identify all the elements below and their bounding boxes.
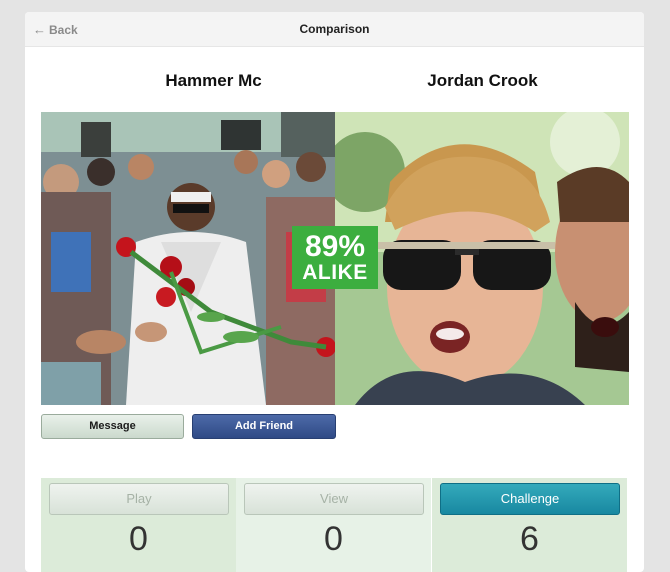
similarity-percent: 89% [304, 229, 366, 263]
play-column: Play 0 [41, 478, 236, 572]
left-person-photo[interactable] [41, 112, 335, 405]
similarity-badge: 89% ALIKE [292, 226, 378, 289]
stats-panel: Play 0 View 0 Challenge 6 [41, 478, 627, 572]
view-column: View 0 [236, 478, 431, 572]
view-count: 0 [324, 520, 343, 558]
play-button[interactable]: Play [49, 483, 229, 515]
top-bar: ← Back Comparison [25, 12, 644, 47]
left-person-name: Hammer Mc [165, 71, 262, 90]
challenge-column: Challenge 6 [432, 478, 627, 572]
challenge-count: 6 [520, 520, 539, 558]
right-person-name: Jordan Crook [427, 71, 538, 90]
right-person-photo[interactable] [335, 112, 629, 405]
page-title: Comparison [299, 22, 370, 36]
view-button[interactable]: View [244, 483, 424, 515]
similarity-label: ALIKE [302, 260, 368, 284]
play-count: 0 [129, 520, 148, 558]
crowd-photo-image [41, 112, 335, 405]
challenge-button[interactable]: Challenge [440, 483, 620, 515]
message-button[interactable]: Message [41, 414, 184, 439]
selfie-photo-image [335, 112, 629, 405]
comparison-card: ← Back Comparison Hammer Mc Jordan Crook [25, 12, 644, 572]
add-friend-button[interactable]: Add Friend [192, 414, 336, 439]
